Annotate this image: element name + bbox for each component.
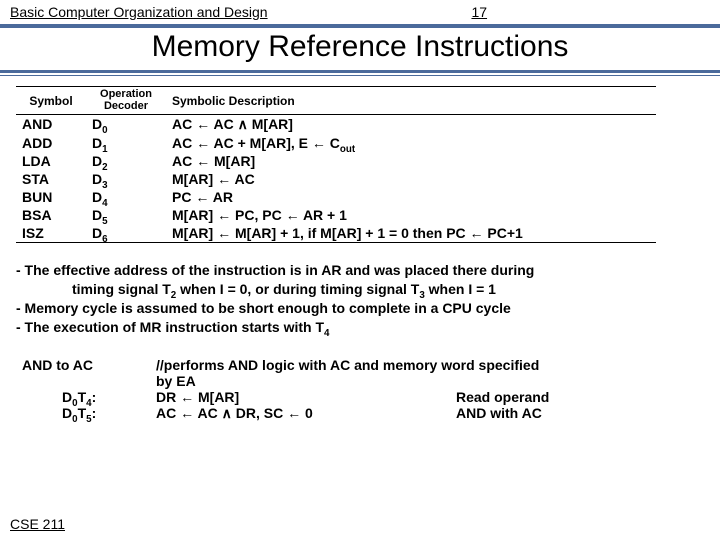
course-title: Basic Computer Organization and Design <box>10 4 268 20</box>
table-row: ISZD6M[AR] ← M[AR] + 1, if M[AR] + 1 = 0… <box>16 224 656 243</box>
instruction-table: Symbol Operation Decoder Symbolic Descri… <box>16 86 656 243</box>
cell-symbol: ISZ <box>16 224 86 243</box>
and-row-1: D0T4: DR ← M[AR] Read operand <box>16 389 553 405</box>
cell-desc: M[AR] ← PC, PC ← AR + 1 <box>166 206 656 224</box>
col-op: Operation Decoder <box>86 87 166 115</box>
table-row: STAD3M[AR] ← AC <box>16 170 656 188</box>
col-desc: Symbolic Description <box>166 87 656 115</box>
table-row: ANDD0AC ← AC ∧ M[AR] <box>16 115 656 135</box>
table-row: ADDD1AC ← AC + M[AR], E ← Cout <box>16 134 656 152</box>
note-1b: timing signal T2 when I = 0, or during t… <box>72 280 704 299</box>
cell-op: D4 <box>86 188 166 206</box>
cell-symbol: LDA <box>16 152 86 170</box>
footer-course-code: CSE 211 <box>10 516 65 532</box>
cell-op: D1 <box>86 134 166 152</box>
title-band: Memory Reference Instructions <box>0 24 720 76</box>
col-symbol: Symbol <box>16 87 86 115</box>
slide-header: Basic Computer Organization and Design 1… <box>0 0 720 22</box>
cell-op: D3 <box>86 170 166 188</box>
cell-desc: M[AR] ← AC <box>166 170 656 188</box>
notes: - The effective address of the instructi… <box>16 261 704 337</box>
cell-symbol: STA <box>16 170 86 188</box>
note-1a: - The effective address of the instructi… <box>16 262 534 278</box>
cell-op: D0 <box>86 115 166 135</box>
table-row: BUND4PC ← AR <box>16 188 656 206</box>
and-title: AND to AC <box>16 357 106 389</box>
cell-desc: AC ← AC ∧ M[AR] <box>166 115 656 135</box>
note-2: - Memory cycle is assumed to be short en… <box>16 300 511 316</box>
and-section: AND to AC //performs AND logic with AC a… <box>16 357 704 422</box>
cell-symbol: BUN <box>16 188 86 206</box>
table-row: LDAD2AC ← M[AR] <box>16 152 656 170</box>
cell-desc: PC ← AR <box>166 188 656 206</box>
page-number: 17 <box>471 4 487 20</box>
slide-content: Symbol Operation Decoder Symbolic Descri… <box>0 76 720 422</box>
table-row: BSAD5M[AR] ← PC, PC ← AR + 1 <box>16 206 656 224</box>
and-row-2: D0T5: AC ← AC ∧ DR, SC ← 0 AND with AC <box>16 405 553 422</box>
and-comment: //performs AND logic with AC and memory … <box>152 357 553 389</box>
cell-symbol: ADD <box>16 134 86 152</box>
cell-desc: AC ← AC + M[AR], E ← Cout <box>166 134 656 152</box>
note-3: - The execution of MR instruction starts… <box>16 319 329 335</box>
slide-title: Memory Reference Instructions <box>152 30 569 63</box>
cell-op: D2 <box>86 152 166 170</box>
cell-desc: M[AR] ← M[AR] + 1, if M[AR] + 1 = 0 then… <box>166 224 656 243</box>
cell-symbol: AND <box>16 115 86 135</box>
cell-symbol: BSA <box>16 206 86 224</box>
cell-desc: AC ← M[AR] <box>166 152 656 170</box>
cell-op: D6 <box>86 224 166 243</box>
cell-op: D5 <box>86 206 166 224</box>
